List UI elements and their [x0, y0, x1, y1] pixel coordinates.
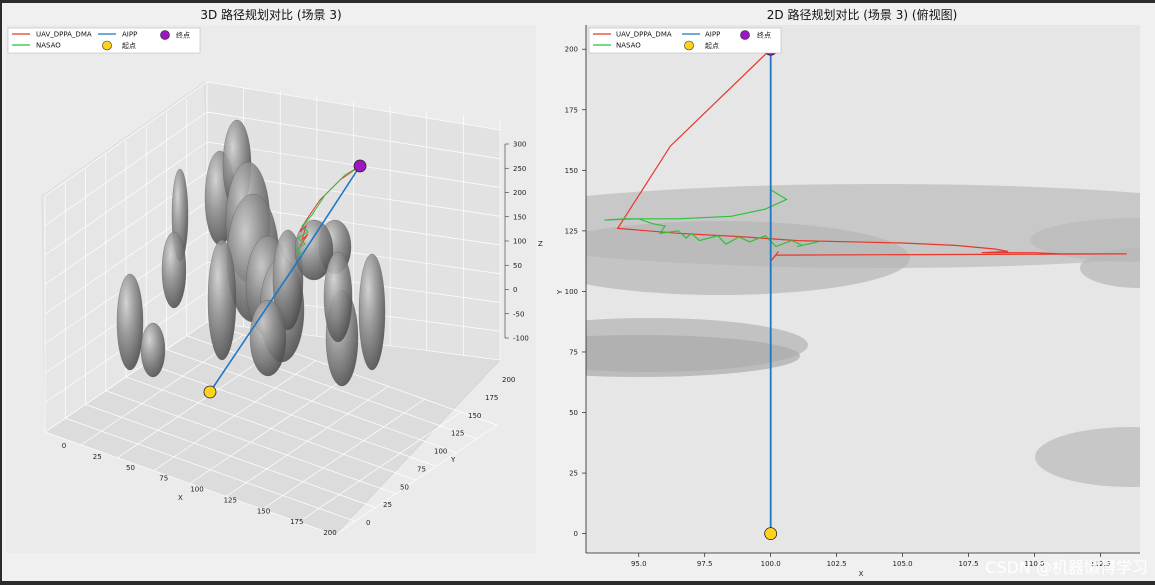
y-tick-label-3d: 125 — [451, 430, 464, 438]
y-tick-label-3d: 50 — [400, 483, 409, 491]
y-tick-label-2d: 50 — [569, 409, 578, 417]
z-axis-label-3d: Z — [538, 240, 543, 248]
x-tick-label-2d: 102.5 — [827, 560, 847, 568]
z-tick-label-3d: 300 — [513, 141, 526, 149]
y-tick-label-3d: 150 — [468, 412, 481, 420]
chart-title-3d: 3D 路径规划对比 (场景 3) — [200, 7, 341, 22]
x-tick-label-2d: 107.5 — [959, 560, 979, 568]
obstacle-ellipsoid — [161, 231, 187, 309]
legend-marker-goal-3d — [160, 30, 170, 40]
x-tick-label-3d: 75 — [159, 475, 168, 483]
y-tick-label-3d: 75 — [417, 465, 426, 473]
y-tick-label-2d: 25 — [569, 470, 578, 478]
legend-label-uav-2d: UAV_DPPA_DMA — [616, 31, 672, 39]
x-tick-label-3d: 200 — [323, 529, 336, 537]
y-axis-label-3d: Y — [450, 456, 456, 464]
y-tick-label-3d: 0 — [366, 519, 370, 527]
y-tick-label-2d: 125 — [565, 227, 578, 235]
z-tick-label-3d: 200 — [513, 189, 526, 197]
x-tick-label-3d: 50 — [126, 464, 135, 472]
y-axis-label-2d: Y — [556, 289, 564, 295]
chart-2d: 2D 路径规划对比 (场景 3) (俯视图) 95.0 97.5 100.0 102.… — [556, 7, 1148, 578]
y-tick-label-2d: 200 — [565, 46, 578, 54]
x-tick-label-2d: 100.0 — [761, 560, 781, 568]
y-tick-label-3d: 100 — [434, 448, 447, 456]
y-ticks-2d: 0 25 50 75 100 125 150 175 200 — [565, 46, 586, 538]
x-tick-label-2d: 105.0 — [893, 560, 913, 568]
z-tick-label-3d: 150 — [513, 213, 526, 221]
legend-3d: UAV_DPPA_DMA NASAO AIPP 起点 终点 — [7, 27, 201, 54]
obstacle-ellipsoid — [140, 322, 166, 378]
watermark: CSDN @机器懒得学习 — [985, 558, 1148, 577]
legend-label-start-2d: 起点 — [705, 42, 719, 50]
legend-label-nasao-3d: NASAO — [36, 42, 61, 50]
z-tick-label-3d: 50 — [513, 262, 522, 270]
y-tick-label-3d: 175 — [485, 394, 498, 402]
x-tick-label-2d: 95.0 — [631, 560, 647, 568]
x-axis-label-2d: X — [859, 570, 864, 578]
figure-canvas: 3D 路径规划对比 (场景 3) 0255075100125150175200 … — [6, 7, 1148, 578]
obstacle-ellipsoid — [249, 299, 287, 377]
x-tick-label-3d: 25 — [93, 453, 102, 461]
x-tick-label-3d: 175 — [290, 518, 303, 526]
x-tick-label-3d: 100 — [190, 486, 203, 494]
obstacle-ellipsoid — [358, 253, 386, 371]
obstacle-ellipsoid — [207, 239, 237, 361]
z-tick-label-3d: -100 — [513, 335, 529, 343]
y-tick-label-2d: 75 — [569, 348, 578, 356]
legend-label-aipp-3d: AIPP — [122, 31, 137, 39]
x-tick-label-2d: 97.5 — [697, 560, 713, 568]
chart-3d: 3D 路径规划对比 (场景 3) 0255075100125150175200 … — [6, 7, 543, 553]
legend-label-nasao-2d: NASAO — [616, 42, 641, 50]
obstacle-2d — [586, 221, 910, 295]
y-tick-label-2d: 0 — [574, 530, 578, 538]
chart-title-2d: 2D 路径规划对比 (场景 3) (俯视图) — [767, 7, 958, 22]
legend-marker-start-3d — [102, 40, 112, 51]
start-marker-2d — [764, 527, 778, 541]
y-tick-label-3d: 200 — [502, 376, 515, 384]
legend-label-goal-3d: 终点 — [176, 31, 190, 40]
y-tick-label-2d: 175 — [565, 106, 578, 114]
y-tick-label-3d: 25 — [383, 501, 392, 509]
z-tick-label-3d: 0 — [513, 286, 517, 294]
z-tick-label-3d: 250 — [513, 165, 526, 173]
legend-label-goal-2d: 终点 — [757, 31, 771, 40]
x-tick-label-3d: 0 — [62, 442, 66, 450]
z-tick-label-3d: 100 — [513, 238, 526, 246]
legend-marker-start-2d — [684, 40, 694, 51]
legend-marker-goal-2d — [740, 30, 750, 40]
start-marker-3d — [203, 385, 217, 399]
y-tick-label-2d: 150 — [565, 167, 578, 175]
x-tick-label-3d: 150 — [257, 507, 270, 515]
z-tick-label-3d: -50 — [513, 310, 524, 318]
legend-label-start-3d: 起点 — [122, 42, 136, 50]
legend-2d: UAV_DPPA_DMA NASAO AIPP 起点 终点 — [588, 27, 782, 54]
legend-label-uav-3d: UAV_DPPA_DMA — [36, 31, 92, 39]
x-axis-label-3d: X — [178, 494, 183, 502]
y-tick-label-2d: 100 — [565, 288, 578, 296]
obstacle-ellipsoid — [323, 251, 353, 343]
goal-marker-3d — [353, 159, 367, 173]
x-tick-label-3d: 125 — [224, 496, 237, 504]
obstacle-ellipsoid — [116, 273, 144, 371]
legend-label-aipp-2d: AIPP — [705, 31, 720, 39]
